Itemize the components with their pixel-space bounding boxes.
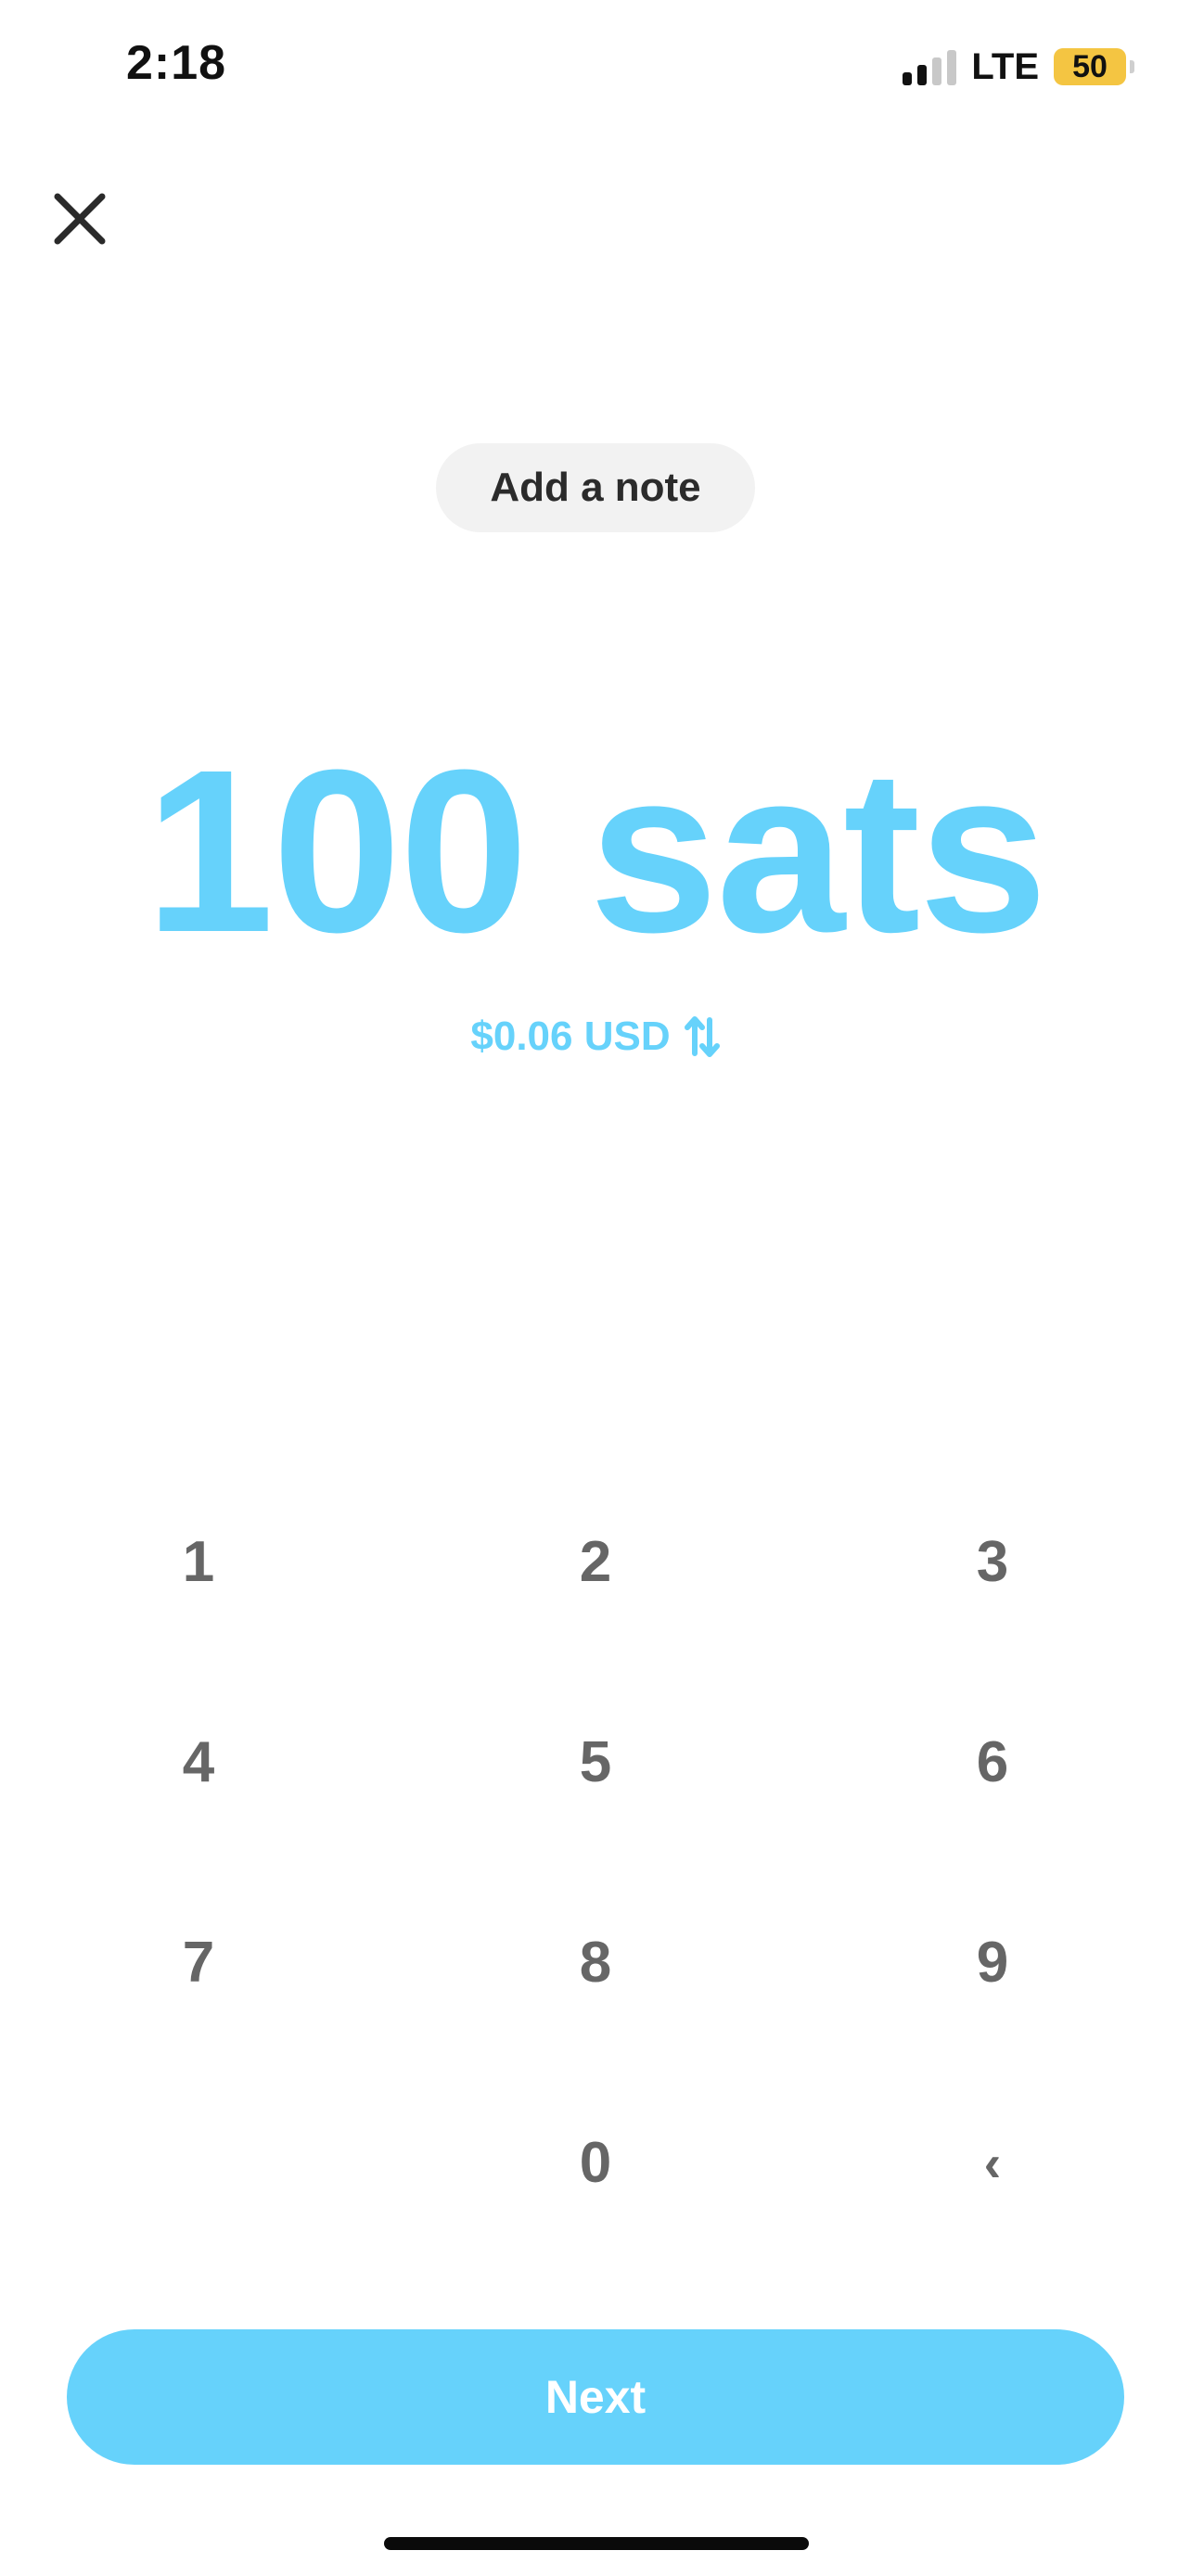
key-9[interactable]: 9 <box>794 1862 1191 2062</box>
cellular-signal-icon <box>903 48 957 85</box>
close-button[interactable] <box>52 182 108 256</box>
key-1[interactable]: 1 <box>0 1461 397 1662</box>
add-note-button[interactable]: Add a note <box>436 443 755 532</box>
amount-display: 100 sats <box>145 721 1048 980</box>
key-empty <box>0 2062 397 2263</box>
battery-level: 50 <box>1072 48 1108 84</box>
key-5[interactable]: 5 <box>397 1662 794 1862</box>
next-button[interactable]: Next <box>67 2329 1124 2465</box>
key-7[interactable]: 7 <box>0 1862 397 2062</box>
key-8[interactable]: 8 <box>397 1862 794 2062</box>
numeric-keypad: 1 2 3 4 5 6 7 8 9 0 ‹ <box>0 1461 1191 2263</box>
network-type: LTE <box>971 45 1039 87</box>
send-amount-screen: 2:18 LTE 50 Add a note 100 sats $0.06 US… <box>0 0 1191 2576</box>
key-4[interactable]: 4 <box>0 1662 397 1862</box>
battery-icon: 50 <box>1054 48 1134 85</box>
close-x-icon <box>54 193 106 245</box>
status-time: 2:18 <box>126 36 227 90</box>
key-2[interactable]: 2 <box>397 1461 794 1662</box>
backspace-key[interactable]: ‹ <box>794 2062 1191 2263</box>
home-indicator <box>384 2537 809 2550</box>
currency-toggle[interactable]: $0.06 USD <box>0 1013 1191 1061</box>
battery-tip <box>1130 60 1134 73</box>
status-indicators: LTE 50 <box>903 43 1134 91</box>
key-3[interactable]: 3 <box>794 1461 1191 1662</box>
key-6[interactable]: 6 <box>794 1662 1191 1862</box>
conversion-value: $0.06 USD <box>470 1014 671 1059</box>
key-0[interactable]: 0 <box>397 2062 794 2263</box>
swap-arrows-icon <box>684 1016 720 1057</box>
